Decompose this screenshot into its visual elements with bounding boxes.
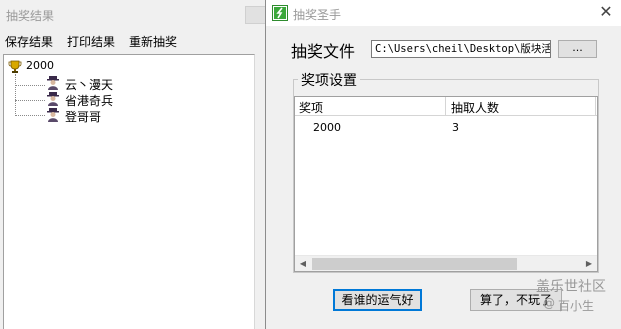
- cell-count: 3: [452, 121, 459, 134]
- person-icon: [47, 92, 59, 106]
- menu-redraw[interactable]: 重新抽奖: [129, 33, 177, 50]
- group-title: 奖项设置: [298, 70, 360, 90]
- column-header-prize[interactable]: 奖项: [299, 99, 323, 116]
- tree-child-label[interactable]: 云丶漫天: [65, 76, 113, 93]
- close-icon[interactable]: ✕: [596, 3, 616, 23]
- tree-child-label[interactable]: 省港奇兵: [65, 92, 113, 109]
- tree-connector: [15, 100, 45, 101]
- person-icon: [47, 108, 59, 122]
- tree-root-label[interactable]: 2000: [26, 59, 54, 72]
- file-path-field[interactable]: C:\Users\cheil\Desktop\版块活: [371, 40, 551, 58]
- tree-child-label[interactable]: 登哥哥: [65, 108, 101, 125]
- trophy-icon: [8, 60, 22, 73]
- draw-button[interactable]: 看谁的运气好: [333, 289, 422, 311]
- column-separator[interactable]: [445, 97, 446, 116]
- scroll-left-icon[interactable]: ◀: [295, 256, 311, 272]
- dialog-title: 抽奖圣手: [293, 8, 342, 22]
- tree-connector: [15, 115, 45, 116]
- results-window-titlebar-button[interactable]: [245, 6, 267, 24]
- results-window-title: 抽奖结果: [6, 9, 55, 23]
- menu-print-results[interactable]: 打印结果: [67, 33, 115, 50]
- scroll-right-icon[interactable]: ▶: [581, 256, 597, 272]
- column-header-count[interactable]: 抽取人数: [451, 99, 499, 116]
- file-label: 抽奖文件: [291, 42, 356, 61]
- list-header: 奖项 抽取人数: [295, 97, 597, 116]
- scrollbar-thumb[interactable]: [312, 258, 517, 270]
- column-separator[interactable]: [595, 97, 596, 116]
- watermark-sub: 百小生: [558, 299, 595, 313]
- watermark-main: 盖乐世社区: [536, 279, 606, 295]
- tree-connector: [15, 74, 16, 116]
- prize-list[interactable]: 奖项 抽取人数 2000 3 ◀ ▶: [294, 96, 598, 272]
- dialog-titlebar: 抽奖圣手 ✕: [266, 0, 621, 26]
- watermark-at: @: [543, 296, 555, 310]
- app-icon: [272, 5, 288, 21]
- results-menubar: 保存结果 打印结果 重新抽奖: [0, 30, 272, 50]
- browse-button[interactable]: ...: [558, 40, 597, 58]
- menu-save-results[interactable]: 保存结果: [5, 33, 53, 50]
- results-tree[interactable]: 2000 云丶漫天 省港奇兵 登哥哥: [3, 54, 255, 329]
- table-row[interactable]: 2000 3: [295, 118, 597, 136]
- horizontal-scrollbar[interactable]: ◀ ▶: [295, 255, 597, 271]
- tree-connector: [15, 85, 45, 86]
- cell-prize: 2000: [313, 121, 341, 134]
- person-icon: [47, 76, 59, 90]
- results-window: 抽奖结果 保存结果 打印结果 重新抽奖 2000 云丶漫天 省港奇兵 登哥哥: [0, 0, 272, 329]
